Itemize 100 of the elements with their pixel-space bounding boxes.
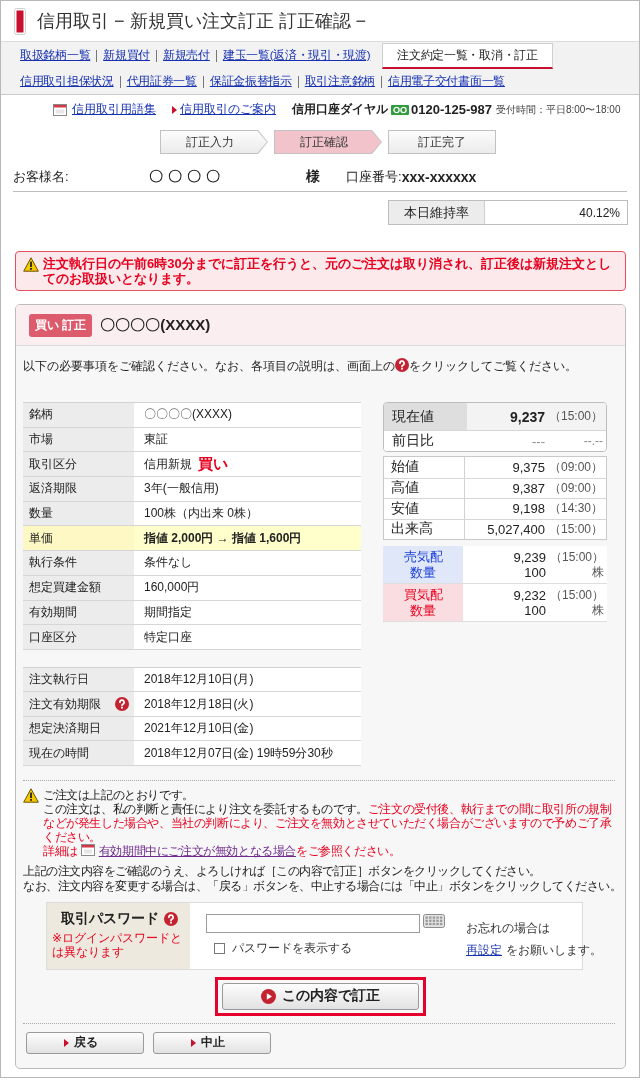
- ohlc-label: 安値: [384, 499, 465, 519]
- quote-quantity: 100: [524, 602, 546, 618]
- account-number: xxx-xxxxxx: [401, 168, 477, 185]
- step-indicator: 訂正確認: [274, 130, 382, 154]
- quote-time: （15:00）: [548, 549, 604, 565]
- cancel-button[interactable]: 中止: [153, 1031, 271, 1054]
- stock-title: 〇〇〇〇(XXXX): [100, 315, 211, 335]
- quantity-label: 数量: [410, 564, 436, 581]
- order-type-badge: 買い 訂正: [29, 313, 93, 337]
- ohlc-value: 9,387: [512, 480, 545, 496]
- alert-text: 注文執行日の午前6時30分までに訂正を行うと、元のご注文は取り消され、訂正後は新規注文としてのお取扱いとなります。: [43, 257, 612, 286]
- checkbox[interactable]: [214, 942, 225, 954]
- notice-text: この注文は、私の判断と責任により注文を委託するものです。ご注文の受付後、執行までの間に取引所の規制などが発生した場合や、当社の判断により、ご注文を無効とさせていただく場合がございますので予めご了承ください。: [43, 801, 613, 844]
- notice-title: ご注文は上記のとおりです。: [43, 787, 195, 802]
- title-mark-icon: [14, 7, 26, 35]
- field-label: 口座区分: [29, 628, 77, 646]
- play-icon: [261, 988, 276, 1004]
- ohlc-label: 高値: [384, 478, 465, 498]
- field-value: 2021年12月10日(金): [144, 720, 254, 738]
- ohlc-label: 出来高: [384, 519, 465, 539]
- ohlc-time: （09:00）: [547, 458, 603, 476]
- quote-time: （15:00）: [548, 587, 604, 603]
- help-icon[interactable]: [395, 358, 409, 372]
- info-link[interactable]: 信用取引用語集: [72, 101, 156, 118]
- field-value: 〇〇〇〇(XXXX): [144, 406, 232, 424]
- guidance-text: なお、注文内容を変更する場合は、「戻る」ボタンを、中止する場合には「中止」ボタンをクリックしてください。: [23, 878, 618, 894]
- nav-link[interactable]: 建玉一覧(返済・現引・現渡): [222, 42, 371, 69]
- field-value: 160,000円: [144, 579, 200, 597]
- quote-price: 9,239: [513, 549, 546, 565]
- nav-link[interactable]: 信用電子交付書面一覧: [387, 69, 505, 94]
- ohlc-time: （15:00）: [547, 520, 603, 538]
- customer-label: お客様名:: [13, 167, 70, 186]
- field-label: 想定決済期日: [29, 720, 101, 738]
- warning-icon: [23, 257, 39, 272]
- field-value: 期間指定: [144, 603, 192, 621]
- nav-link[interactable]: 保証金振替指示: [209, 69, 292, 94]
- detail-text: 詳細は 有効期間中にご注文が無効となる場合をご参照ください。: [43, 843, 402, 858]
- ohlc-time: （09:00）: [547, 479, 603, 497]
- nav-link[interactable]: 代用証券一覧: [126, 69, 197, 94]
- detail-link[interactable]: 有効期間中にご注文が無効となる場合: [98, 843, 296, 858]
- reset-text: 再設定 をお願いします。: [466, 941, 602, 959]
- quote-label: 売気配: [403, 548, 443, 565]
- field-label: 注文有効期限: [29, 695, 101, 713]
- window-icon: [80, 843, 95, 856]
- ohlc-value: 9,375: [512, 459, 545, 475]
- field-label: 市場: [29, 431, 53, 449]
- field-value: 100株（内出来 0株）: [144, 505, 259, 523]
- phone-number: 0120-125-987: [411, 102, 492, 117]
- field-label: 執行条件: [29, 554, 77, 572]
- password-label: 取引パスワード: [60, 909, 159, 928]
- ratio-label: 本日維持率: [389, 201, 485, 224]
- submit-button[interactable]: この内容で訂正: [222, 982, 419, 1010]
- help-icon[interactable]: [163, 911, 178, 926]
- nav-link[interactable]: 取引注意銘柄: [304, 69, 375, 94]
- field-label: 銘柄: [29, 406, 53, 424]
- password-input[interactable]: [206, 913, 420, 933]
- quote-unit: 株: [591, 602, 604, 618]
- change-percent: --.--: [582, 434, 603, 448]
- info-link[interactable]: 信用取引のご案内: [180, 101, 276, 118]
- quote-price: 9,232: [513, 587, 546, 603]
- caret-icon: [64, 1038, 69, 1047]
- guidance-text: 上記の注文内容をご確認のうえ、よろしければ［この内容で訂正］ボタンをクリックしてください。: [23, 863, 542, 879]
- field-value: 3年(一般信用): [144, 480, 219, 498]
- dial-label: 信用口座ダイヤル: [292, 101, 388, 118]
- nav-link[interactable]: 新規買付: [103, 42, 150, 69]
- field-label: 現在の時間: [29, 744, 89, 762]
- field-label: 単価: [29, 529, 53, 547]
- ohlc-label: 始値: [384, 457, 465, 478]
- nav-link[interactable]: 信用取引担保状況: [20, 69, 114, 94]
- page-title: 信用取引 − 新規買い注文訂正 訂正確認 −: [37, 10, 367, 33]
- ohlc-time: （14:30）: [547, 500, 603, 518]
- reset-link[interactable]: 再設定: [466, 942, 502, 957]
- checkbox-label[interactable]: パスワードを表示する: [232, 939, 352, 957]
- help-icon[interactable]: [115, 697, 129, 712]
- quote-label: 買気配: [403, 586, 443, 603]
- forgot-text: お忘れの場合は: [466, 919, 551, 937]
- caret-icon: [172, 105, 177, 114]
- field-label: 取引区分: [29, 455, 77, 473]
- back-button[interactable]: 戻る: [26, 1031, 144, 1054]
- nav-tab[interactable]: 注文約定一覧・取消・訂正: [382, 43, 553, 69]
- field-label: 有効期間: [29, 603, 77, 621]
- instruction-text: 以下の必要事項をご確認ください。なお、各項目の説明は、画面上の をクリックしてご覧ください。: [23, 358, 578, 374]
- ratio-value: 40.12%: [578, 204, 621, 222]
- nav-link[interactable]: 取扱銘柄一覧: [20, 42, 91, 69]
- field-value: 信用新規: [144, 455, 192, 473]
- field-value: 2018年12月18日(火): [144, 695, 254, 713]
- keyboard-icon[interactable]: [423, 913, 445, 928]
- field-label: 想定買建金額: [29, 579, 101, 597]
- warning-icon: [23, 787, 39, 803]
- price-time: （15:00）: [547, 408, 603, 425]
- side-value: 買い: [198, 454, 228, 474]
- step-indicator: 訂正入力: [160, 130, 268, 154]
- field-value: 条件なし: [144, 554, 192, 572]
- field-label: 数量: [29, 505, 53, 523]
- ohlc-value: 9,198: [512, 501, 545, 517]
- window-icon: [53, 103, 67, 116]
- field-value: 特定口座: [144, 628, 192, 646]
- quote-unit: 株: [591, 564, 604, 580]
- change-value: ---: [532, 433, 545, 449]
- nav-link[interactable]: 新規売付: [163, 42, 210, 69]
